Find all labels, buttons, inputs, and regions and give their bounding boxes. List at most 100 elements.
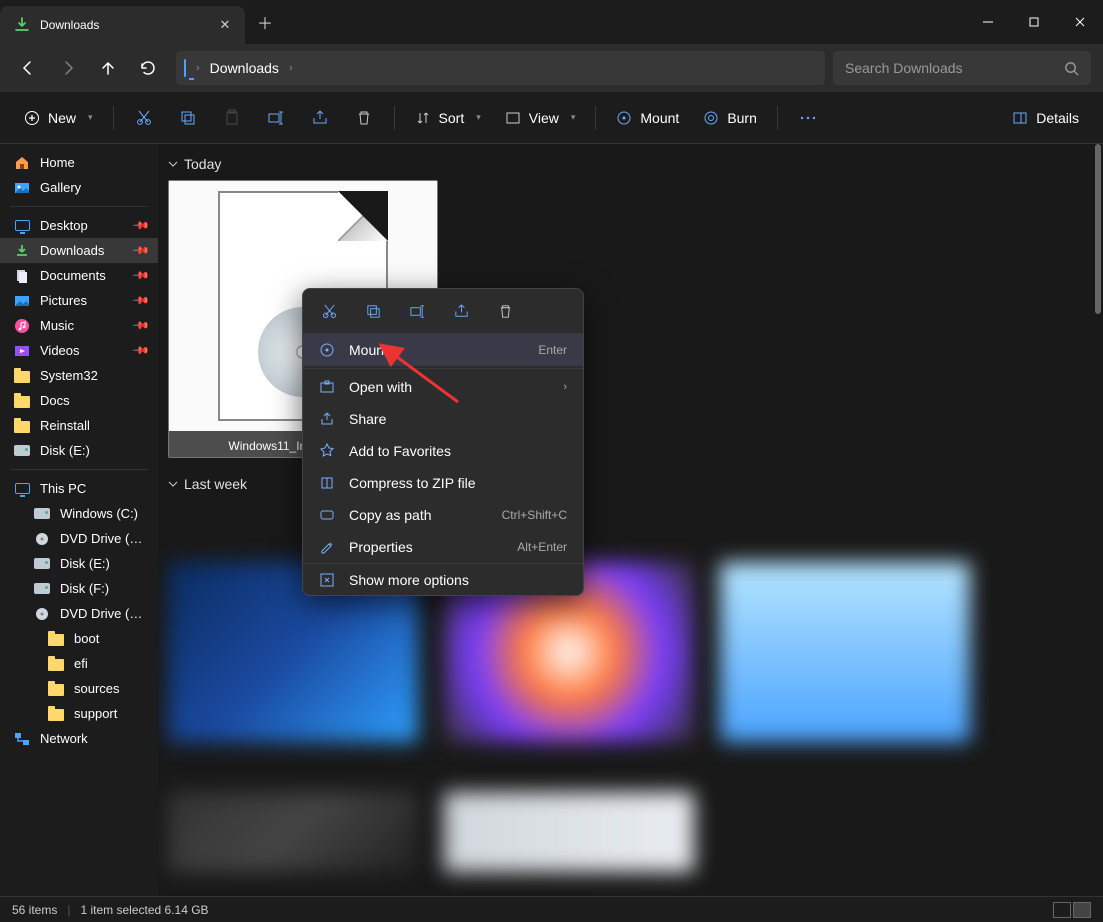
ctx-share-button[interactable] bbox=[441, 297, 481, 325]
zip-icon bbox=[319, 475, 335, 491]
search-box[interactable] bbox=[833, 51, 1091, 85]
file-tile-blurred[interactable] bbox=[444, 792, 694, 872]
ctx-shortcut: Alt+Enter bbox=[517, 540, 567, 554]
scrollbar[interactable] bbox=[1095, 144, 1101, 314]
delete-button[interactable] bbox=[344, 100, 384, 136]
sidebar-item-downloads[interactable]: Downloads📌 bbox=[0, 238, 158, 263]
folder-icon bbox=[48, 656, 64, 672]
sidebar-item-dvd-d-expanded[interactable]: DVD Drive (D:) CCCOMA_X64FRE bbox=[0, 601, 158, 626]
openwith-icon bbox=[319, 379, 335, 395]
ctx-label: Add to Favorites bbox=[349, 443, 567, 459]
sidebar-item-gallery[interactable]: Gallery bbox=[0, 175, 158, 200]
copy-button[interactable] bbox=[168, 100, 208, 136]
ctx-cut-button[interactable] bbox=[309, 297, 349, 325]
star-icon bbox=[319, 443, 335, 459]
share-button[interactable] bbox=[300, 100, 340, 136]
sidebar-item-boot[interactable]: boot bbox=[0, 626, 158, 651]
ctx-item-mount[interactable]: Mount Enter bbox=[303, 334, 583, 366]
breadcrumb-downloads[interactable]: Downloads bbox=[204, 60, 285, 76]
properties-icon bbox=[319, 539, 335, 555]
sidebar-item-music[interactable]: Music📌 bbox=[0, 313, 158, 338]
gallery-icon bbox=[14, 180, 30, 196]
sidebar-item-reinstall[interactable]: Reinstall bbox=[0, 413, 158, 438]
sidebar-item-dvd-d[interactable]: DVD Drive (D:) CCCOMA_X64FRE bbox=[0, 526, 158, 551]
view-button[interactable]: View ▾ bbox=[495, 100, 586, 136]
more-button[interactable] bbox=[788, 100, 828, 136]
address-bar[interactable]: › Downloads › bbox=[176, 51, 825, 85]
sidebar-item-docs[interactable]: Docs bbox=[0, 388, 158, 413]
details-button[interactable]: Details bbox=[1002, 100, 1089, 136]
content-area[interactable]: Today Windows11_InsiderPre... 63 Last we… bbox=[158, 144, 1103, 896]
sidebar-item-documents[interactable]: Documents📌 bbox=[0, 263, 158, 288]
file-tile-blurred[interactable] bbox=[720, 562, 970, 742]
new-button[interactable]: New ▾ bbox=[14, 100, 103, 136]
sidebar-item-system32[interactable]: System32 bbox=[0, 363, 158, 388]
folder-icon bbox=[14, 393, 30, 409]
forward-button[interactable] bbox=[48, 50, 88, 86]
sidebar-item-desktop[interactable]: Desktop📌 bbox=[0, 213, 158, 238]
ctx-copy-button[interactable] bbox=[353, 297, 393, 325]
toolbar: New ▾ Sort ▾ View ▾ Mount Burn bbox=[0, 92, 1103, 144]
pin-icon: 📌 bbox=[132, 266, 151, 285]
group-label: Last week bbox=[184, 476, 247, 492]
sidebar-item-efi[interactable]: efi bbox=[0, 651, 158, 676]
sidebar-item-label: boot bbox=[74, 631, 148, 646]
sidebar-item-disk-f[interactable]: Disk (F:) bbox=[0, 576, 158, 601]
ctx-item-copyaspath[interactable]: Copy as path Ctrl+Shift+C bbox=[303, 499, 583, 531]
paste-button[interactable] bbox=[212, 100, 252, 136]
ctx-label: Show more options bbox=[349, 572, 567, 588]
new-tab-button[interactable]: ＋ bbox=[245, 0, 285, 44]
refresh-button[interactable] bbox=[128, 50, 168, 86]
folder-icon bbox=[14, 418, 30, 434]
ctx-item-share[interactable]: Share bbox=[303, 403, 583, 435]
view-thumbnails-button[interactable] bbox=[1073, 902, 1091, 918]
sidebar-item-videos[interactable]: Videos📌 bbox=[0, 338, 158, 363]
sidebar-item-label: Disk (F:) bbox=[60, 581, 148, 596]
minimize-button[interactable] bbox=[965, 0, 1011, 44]
mount-button[interactable]: Mount bbox=[606, 100, 689, 136]
tab-downloads[interactable]: Downloads ✕ bbox=[0, 6, 245, 44]
ctx-item-compress[interactable]: Compress to ZIP file bbox=[303, 467, 583, 499]
pictures-icon bbox=[14, 293, 30, 309]
sidebar-item-sources[interactable]: sources bbox=[0, 676, 158, 701]
ctx-delete-button[interactable] bbox=[485, 297, 525, 325]
cut-button[interactable] bbox=[124, 100, 164, 136]
close-button[interactable] bbox=[1057, 0, 1103, 44]
view-details-button[interactable] bbox=[1053, 902, 1071, 918]
sort-button[interactable]: Sort ▾ bbox=[405, 100, 491, 136]
back-button[interactable] bbox=[8, 50, 48, 86]
copypath-icon bbox=[319, 507, 335, 523]
ctx-label: Open with bbox=[349, 379, 549, 395]
ctx-item-addfav[interactable]: Add to Favorites bbox=[303, 435, 583, 467]
tab-close-button[interactable]: ✕ bbox=[217, 17, 233, 33]
tab-title: Downloads bbox=[40, 18, 217, 32]
ctx-item-more[interactable]: Show more options bbox=[303, 563, 583, 595]
sidebar-item-network[interactable]: Network bbox=[0, 726, 158, 751]
up-button[interactable] bbox=[88, 50, 128, 86]
sidebar-item-disk-e[interactable]: Disk (E:) bbox=[0, 438, 158, 463]
sidebar-item-pictures[interactable]: Pictures📌 bbox=[0, 288, 158, 313]
sidebar-item-support[interactable]: support bbox=[0, 701, 158, 726]
sidebar[interactable]: Home Gallery Desktop📌 Downloads📌 Documen… bbox=[0, 144, 158, 896]
ctx-rename-button[interactable] bbox=[397, 297, 437, 325]
chevron-right-icon[interactable]: › bbox=[192, 62, 204, 74]
search-input[interactable] bbox=[845, 60, 1064, 76]
sidebar-item-label: Downloads bbox=[40, 243, 124, 258]
pin-icon: 📌 bbox=[132, 291, 151, 310]
sidebar-item-windows-c[interactable]: Windows (C:) bbox=[0, 501, 158, 526]
burn-label: Burn bbox=[727, 110, 757, 126]
sidebar-item-label: DVD Drive (D:) CCCOMA_X64FRE bbox=[60, 606, 148, 621]
network-icon bbox=[14, 731, 30, 747]
rename-button[interactable] bbox=[256, 100, 296, 136]
ctx-item-properties[interactable]: Properties Alt+Enter bbox=[303, 531, 583, 563]
chevron-right-icon[interactable]: › bbox=[285, 62, 297, 74]
chevron-down-icon: ▾ bbox=[571, 112, 576, 123]
file-tile-blurred[interactable] bbox=[168, 792, 418, 872]
sidebar-item-home[interactable]: Home bbox=[0, 150, 158, 175]
burn-button[interactable]: Burn bbox=[693, 100, 767, 136]
group-today[interactable]: Today bbox=[168, 156, 1093, 172]
sidebar-item-thispc[interactable]: This PC bbox=[0, 476, 158, 501]
maximize-button[interactable] bbox=[1011, 0, 1057, 44]
ctx-item-openwith[interactable]: Open with › bbox=[303, 371, 583, 403]
sidebar-item-disk-e[interactable]: Disk (E:) bbox=[0, 551, 158, 576]
